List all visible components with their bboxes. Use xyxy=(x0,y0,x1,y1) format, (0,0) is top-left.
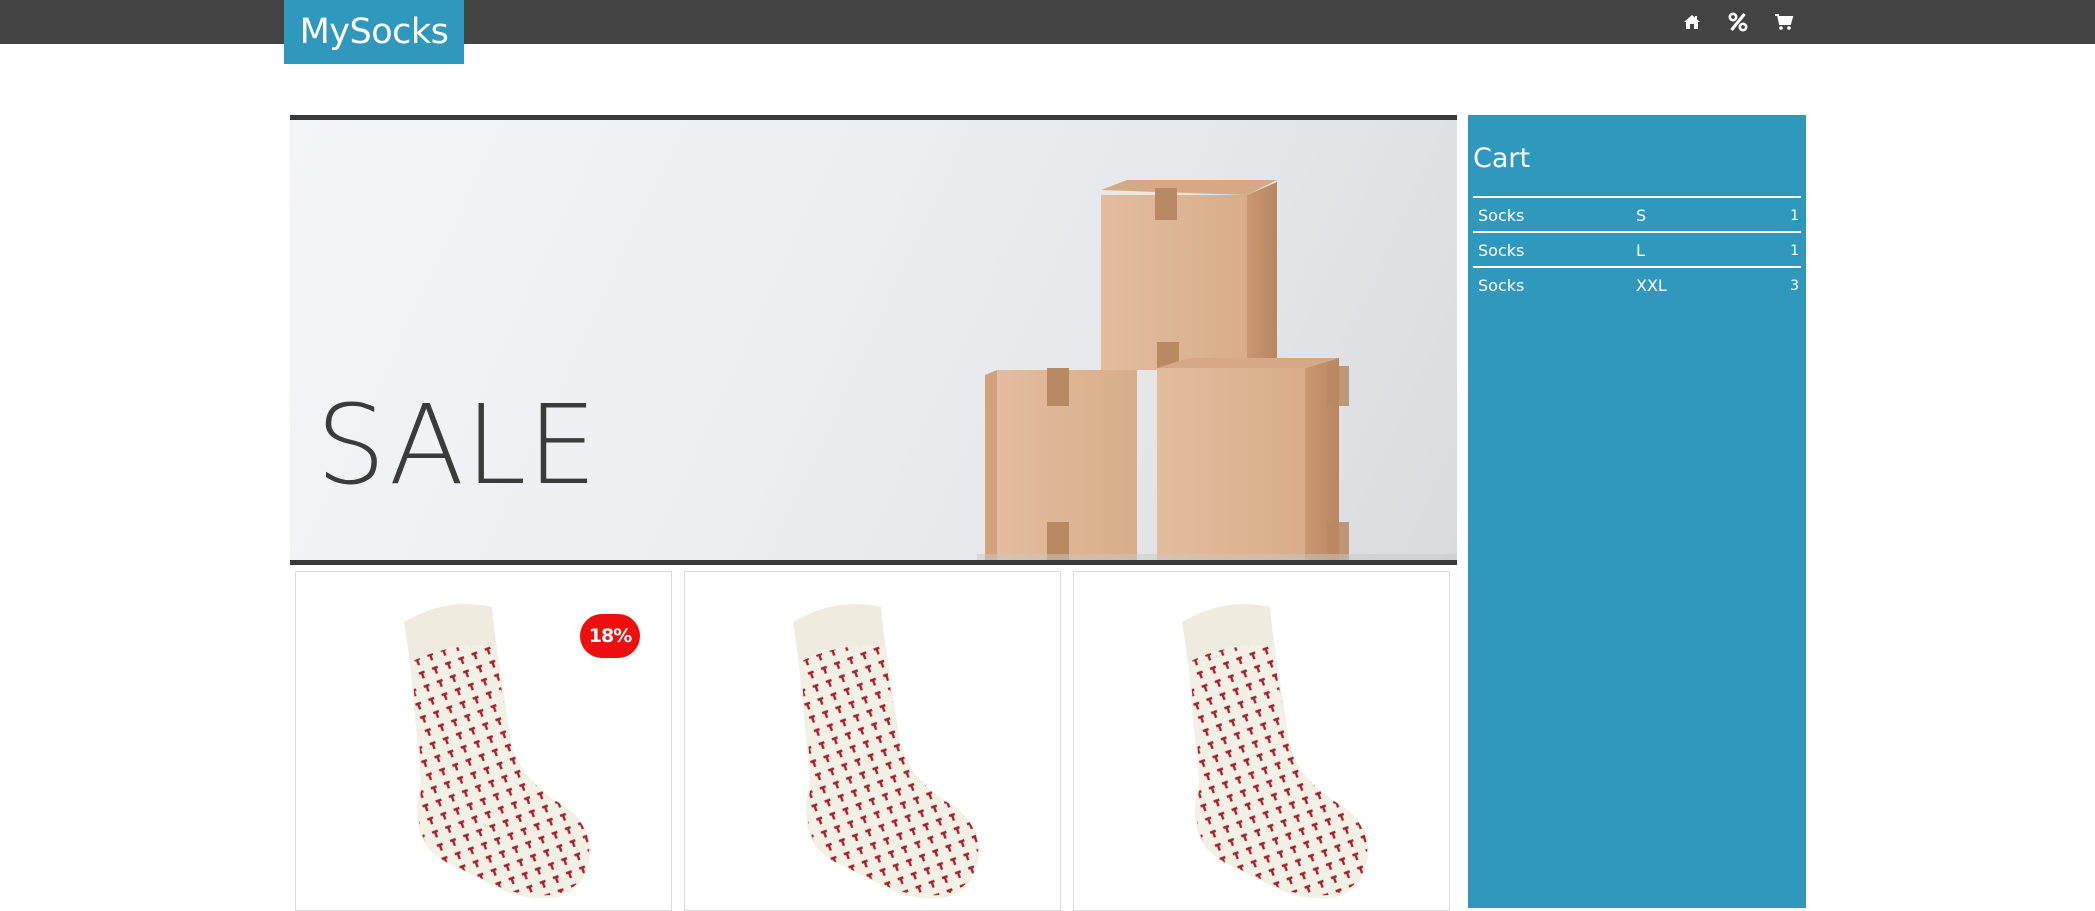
cart-item-size: XXL xyxy=(1636,276,1667,295)
sock-image xyxy=(793,604,980,899)
product-card[interactable] xyxy=(684,571,1061,911)
cart-item-name: Socks xyxy=(1478,241,1525,260)
cart-title: Cart xyxy=(1473,143,1531,174)
percent-icon[interactable] xyxy=(1726,10,1750,34)
product-card[interactable]: 18% xyxy=(295,571,672,911)
cart-icon[interactable] xyxy=(1772,10,1796,34)
product-card[interactable] xyxy=(1073,571,1450,911)
top-navigation-bar: MySocks xyxy=(0,0,2095,64)
home-icon[interactable] xyxy=(1680,10,1704,34)
product-grid: 18% xyxy=(295,571,1455,911)
site-logo[interactable]: MySocks xyxy=(284,0,464,64)
sock-image xyxy=(1182,604,1369,899)
cart-item-quantity: 3 xyxy=(1790,278,1799,294)
cart-item-size: S xyxy=(1636,206,1647,225)
cart-item-quantity: 1 xyxy=(1790,208,1799,224)
cart-panel: Cart Socks S 1 Socks L 1 Socks XXL 3 xyxy=(1468,115,1806,908)
cart-items-table: Socks S 1 Socks L 1 Socks XXL 3 xyxy=(1473,196,1801,303)
cart-row[interactable]: Socks S 1 xyxy=(1473,198,1801,233)
nav-icon-group xyxy=(1680,0,1796,44)
sale-banner[interactable]: SALE xyxy=(290,115,1457,565)
main-content: SALE 18% xyxy=(290,115,1457,911)
cart-item-name: Socks xyxy=(1478,276,1525,295)
cart-item-name: Socks xyxy=(1478,206,1525,225)
sale-banner-title: SALE xyxy=(316,381,598,509)
cart-item-size: L xyxy=(1636,241,1645,260)
cart-row[interactable]: Socks XXL 3 xyxy=(1473,268,1801,303)
sock-image xyxy=(404,604,591,899)
discount-badge: 18% xyxy=(580,614,640,658)
cardboard-boxes-image xyxy=(977,180,1457,560)
cart-row[interactable]: Socks L 1 xyxy=(1473,233,1801,268)
cart-item-quantity: 1 xyxy=(1790,243,1799,259)
